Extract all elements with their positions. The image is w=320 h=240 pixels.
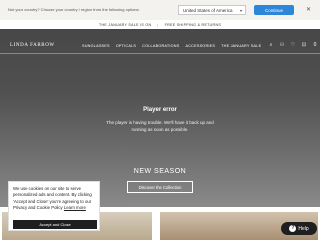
nav-january-sale[interactable]: THE JANUARY SALE: [221, 44, 261, 48]
promo-shipping[interactable]: FREE SHIPPING & RETURNS: [165, 23, 221, 27]
nav-divider: [0, 53, 320, 54]
bag-icon[interactable]: ⊡: [301, 42, 307, 49]
nav-sunglasses[interactable]: SUNGLASSES: [82, 44, 110, 48]
country-prompt: Not your country? Choose your country / …: [8, 7, 140, 12]
country-selector-bar: Not your country? Choose your country / …: [0, 0, 320, 20]
nav-links: SUNGLASSES OPTICALS COLLABORATIONS ACCES…: [82, 44, 261, 48]
country-dropdown[interactable]: United States of America ▾: [178, 5, 246, 15]
discover-collection-button[interactable]: Discover the Collection: [127, 181, 193, 193]
header-icons: ⌕ ⚇ ♡ ⊡ 0: [268, 42, 318, 49]
account-icon[interactable]: ⚇: [279, 42, 285, 49]
continue-button[interactable]: Continue: [254, 5, 294, 15]
learn-more-link[interactable]: Learn more: [64, 205, 86, 210]
brand-logo[interactable]: LINDA FARROW: [10, 43, 55, 48]
player-error-message: The player is having trouble. We'll have…: [106, 120, 214, 132]
help-label: Help: [298, 225, 309, 232]
nav-collaborations[interactable]: COLLABORATIONS: [142, 44, 179, 48]
help-icon: ?: [289, 225, 297, 232]
nav-accessories[interactable]: ACCESSORIES: [185, 44, 215, 48]
search-icon[interactable]: ⌕: [268, 42, 274, 49]
promo-strip: THE JANUARY SALE IS ON | FREE SHIPPING &…: [0, 20, 320, 29]
main-navigation: LINDA FARROW SUNGLASSES OPTICALS COLLABO…: [0, 40, 320, 52]
accept-and-close-button[interactable]: Accept and Close: [13, 220, 97, 229]
help-button[interactable]: ? Help: [281, 222, 317, 235]
country-selected-value: United States of America: [183, 7, 233, 13]
cookie-text: We use cookies on our site to serve pers…: [13, 186, 99, 212]
wishlist-icon[interactable]: ♡: [290, 42, 296, 49]
promo-separator: |: [157, 22, 159, 27]
hero-headline: NEW SEASON: [133, 168, 187, 175]
cookie-banner: We use cookies on our site to serve pers…: [8, 181, 100, 231]
promo-sale[interactable]: THE JANUARY SALE IS ON: [99, 23, 151, 27]
nav-opticals[interactable]: OPTICALS: [116, 44, 136, 48]
close-icon[interactable]: ✕: [306, 6, 311, 13]
cart-count-icon[interactable]: 0: [312, 42, 318, 49]
chevron-down-icon: ▾: [239, 8, 242, 13]
player-error-title: Player error: [143, 107, 177, 113]
player-error: Player error The player is having troubl…: [0, 107, 320, 132]
